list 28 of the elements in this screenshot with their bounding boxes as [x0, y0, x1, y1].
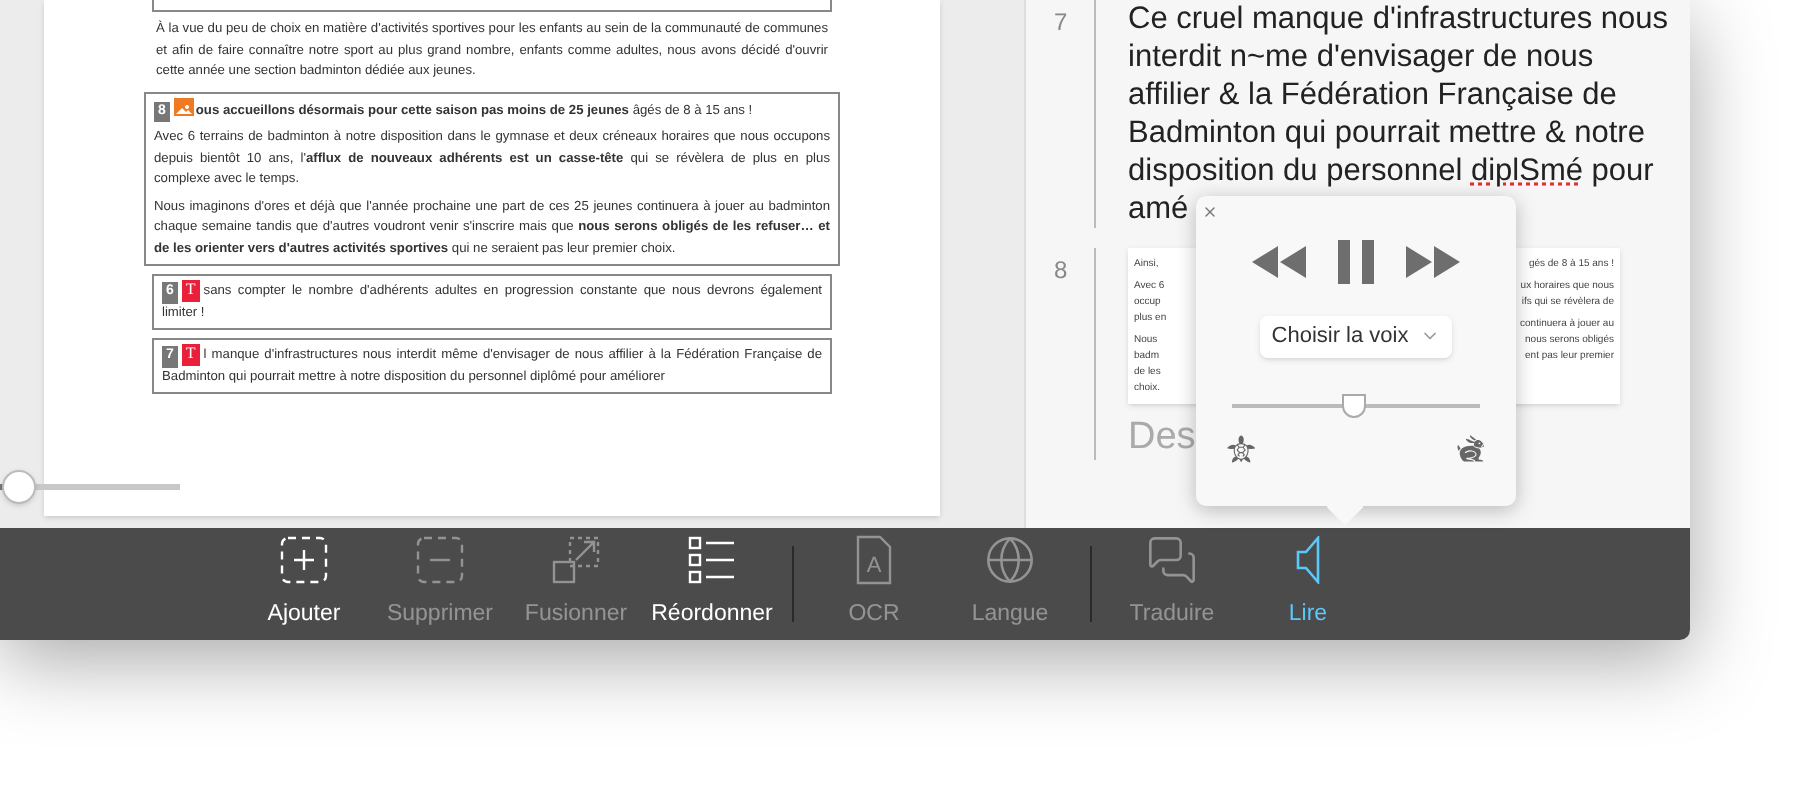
- rabbit-icon: [1456, 433, 1486, 463]
- globe-icon: [984, 534, 1036, 587]
- turtle-icon: [1226, 433, 1256, 463]
- remove-icon: [414, 534, 466, 587]
- close-icon[interactable]: [1202, 204, 1218, 220]
- text-type-badge: T: [181, 344, 200, 365]
- text-block[interactable]: [144, 91, 840, 266]
- speaker-icon: [1296, 536, 1320, 585]
- toolbar-button[interactable]: Lire: [1240, 534, 1376, 634]
- rewind-icon[interactable]: [1252, 246, 1306, 278]
- zoom-slider[interactable]: [0, 468, 180, 504]
- section-number: 8: [1054, 254, 1070, 288]
- voice-select[interactable]: Choisir la voix: [1259, 316, 1453, 357]
- slider-thumb[interactable]: [1341, 393, 1366, 417]
- toolbar-button[interactable]: Réordonner: [644, 534, 780, 634]
- speed-slider[interactable]: [1232, 393, 1480, 417]
- fast-forward-icon[interactable]: [1406, 246, 1460, 278]
- add-icon: [278, 534, 330, 587]
- list-icon: [686, 534, 738, 587]
- section-heading: Des: [1128, 416, 1196, 460]
- slider-thumb[interactable]: [2, 469, 36, 503]
- section-number: 7: [1054, 6, 1070, 40]
- merge-icon: [550, 534, 602, 587]
- toolbar-button[interactable]: Ajouter: [236, 534, 372, 634]
- chat-icon: [1146, 534, 1198, 587]
- pause-icon[interactable]: [1338, 240, 1374, 284]
- image-icon: [173, 97, 194, 115]
- text-type-badge: T: [181, 280, 200, 301]
